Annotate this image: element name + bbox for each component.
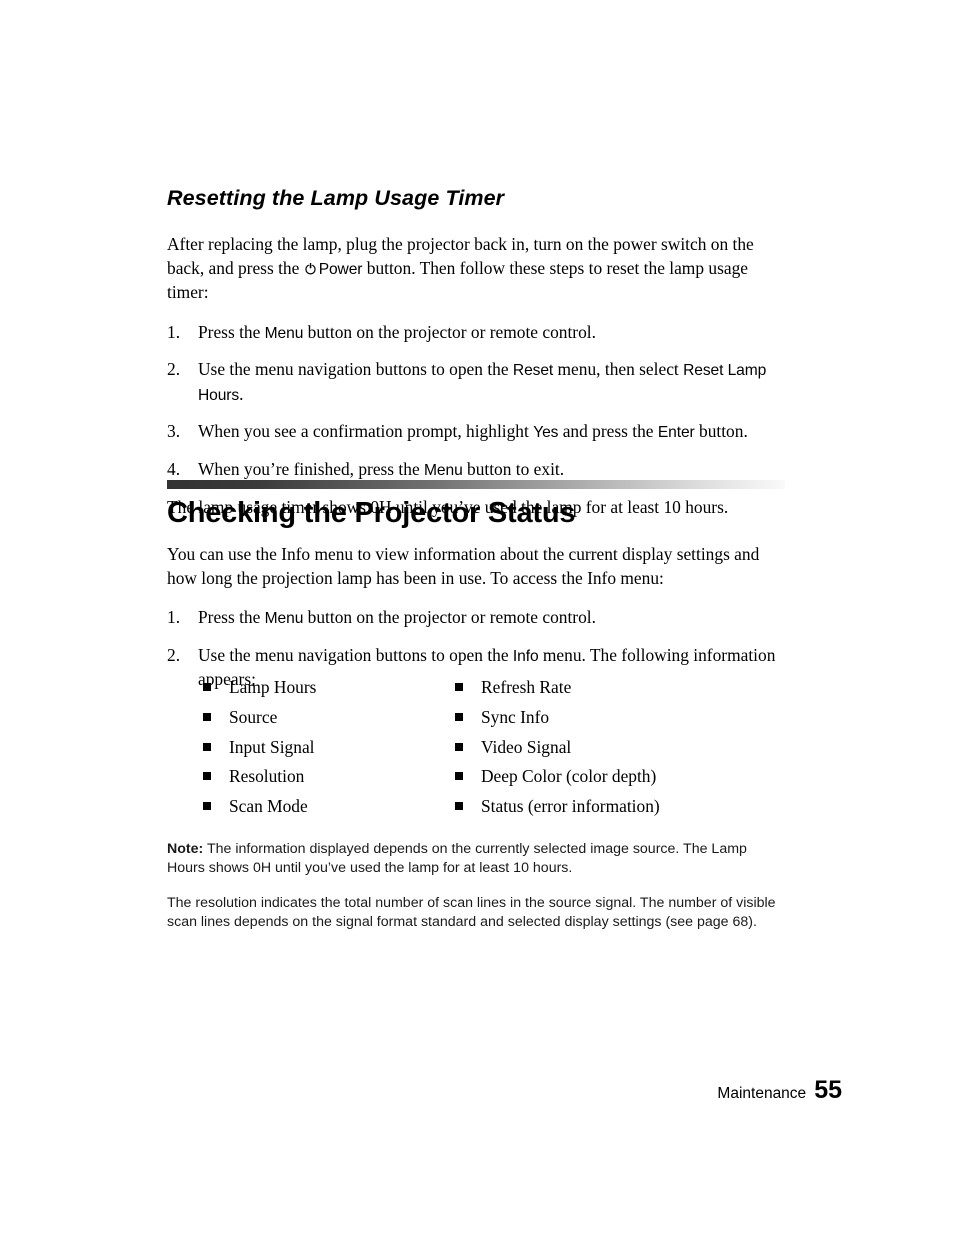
step-keyword-1: Menu	[264, 610, 304, 627]
info-item-label: Resolution	[229, 766, 305, 787]
info-item-label: Sync Info	[481, 706, 550, 727]
step-number: 3.	[167, 421, 181, 441]
info-item-left: Input Signal	[203, 736, 455, 766]
note-text: The information displayed depends on the…	[167, 841, 747, 876]
info-item-label: Scan Mode	[229, 796, 308, 817]
info-item-left: Lamp Hours	[203, 676, 455, 706]
step-keyword-1: Menu	[424, 461, 463, 479]
info-item-label: Refresh Rate	[481, 677, 572, 697]
step-number: 2.	[167, 359, 181, 379]
info-item-left: Source	[203, 706, 455, 736]
square-bullet-icon	[455, 742, 463, 751]
square-bullet-icon	[203, 802, 211, 811]
info-item-label: Deep Color (color depth)	[481, 766, 657, 787]
step-keyword-1: Menu	[264, 324, 304, 342]
info-items-row: Scan Mode Status (error information)	[203, 795, 763, 825]
step-text-part1: Press the	[198, 607, 261, 627]
info-menu-intro-paragraph: You can use the Info menu to view inform…	[167, 544, 760, 588]
square-bullet-icon	[203, 683, 211, 691]
list-item: 4. When you’re finished, press the Menu b…	[167, 458, 787, 483]
info-items-row: Source Sync Info	[203, 706, 763, 736]
step-keyword-1: Info	[512, 647, 539, 665]
step-text-part3: button.	[699, 421, 748, 441]
info-item-right: Refresh Rate	[455, 676, 755, 706]
list-item: 1. Press the Menu button on the projector…	[167, 606, 782, 631]
step-text-part1: Press the	[198, 321, 261, 342]
step-text-part2: and press the	[562, 421, 654, 441]
step-text-part1: When you’re finished, press the	[198, 458, 420, 479]
info-item-left: Scan Mode	[203, 795, 455, 825]
step-number: 1.	[167, 607, 181, 627]
step-number: 1.	[167, 321, 181, 342]
section-checking-projector-status: Checking the Projector Status	[167, 497, 787, 530]
note-paragraph-2: The resolution indicates the total numbe…	[167, 895, 776, 930]
step-text-part2: button on the projector or remote contro…	[307, 607, 596, 627]
page-title-checking-projector-status: Checking the Projector Status	[167, 497, 576, 529]
info-items-row: Resolution Deep Color (color depth)	[203, 765, 763, 795]
info-item-label: Status (error information)	[481, 796, 660, 817]
info-items-row: Input Signal Video Signal	[203, 736, 763, 766]
step-keyword-1: Yes	[533, 424, 559, 441]
info-item-label: Video Signal	[481, 736, 572, 757]
info-item-right: Status (error information)	[455, 795, 755, 825]
document-page: Resetting the Lamp Usage Timer After rep…	[0, 0, 954, 1235]
power-button-label: Power	[318, 260, 363, 278]
step-keyword-1: Reset	[512, 362, 554, 379]
list-item: 2. Use the menu navigation buttons to ope…	[167, 358, 787, 407]
info-items-row: Lamp Hours Refresh Rate	[203, 676, 763, 706]
info-item-right: Sync Info	[455, 706, 755, 736]
step-text-part1: When you see a confirmation prompt, high…	[198, 421, 529, 441]
section-divider-gradient-bar	[167, 480, 785, 489]
step-text-part2: button on the projector or remote contro…	[307, 321, 596, 342]
square-bullet-icon	[203, 772, 211, 781]
step-text-part1: Use the menu navigation buttons to open …	[198, 644, 509, 665]
square-bullet-icon	[455, 683, 463, 691]
info-item-label: Input Signal	[229, 736, 315, 757]
note-label: Note:	[167, 841, 204, 857]
info-item-label: Lamp Hours	[229, 677, 317, 697]
info-item-right: Deep Color (color depth)	[455, 765, 755, 795]
page-footer: Maintenance 55	[717, 1076, 842, 1105]
square-bullet-icon	[455, 712, 463, 721]
info-item-left: Resolution	[203, 765, 455, 795]
info-item-label: Source	[229, 706, 278, 727]
note-paragraph-1: Note: The information displayed depends …	[167, 840, 777, 877]
list-item: 1. Press the Menu button on the projector…	[167, 321, 787, 346]
footer-page-number: 55	[814, 1076, 842, 1104]
list-item: 3. When you see a confirmation prompt, hi…	[167, 420, 787, 445]
note-block: Note: The information displayed depends …	[167, 840, 777, 931]
step-number: 2.	[167, 644, 181, 665]
square-bullet-icon	[203, 712, 211, 721]
square-bullet-icon	[455, 772, 463, 781]
section-heading-resetting-lamp-usage-timer: Resetting the Lamp Usage Timer	[167, 186, 505, 210]
square-bullet-icon	[203, 742, 211, 751]
power-icon	[304, 262, 317, 275]
info-items-columns: Lamp Hours Refresh Rate Source Sync Info…	[203, 676, 763, 825]
step-number: 4.	[167, 458, 181, 479]
step-text-part1: Use the menu navigation buttons to open …	[198, 359, 509, 379]
square-bullet-icon	[455, 802, 463, 811]
step-text-part2: menu, then select	[557, 359, 679, 379]
reset-steps-list: 1. Press the Menu button on the projector…	[167, 321, 787, 483]
step-text-part3: .	[239, 383, 244, 404]
step-keyword-2: Enter	[657, 424, 695, 441]
info-item-right: Video Signal	[455, 736, 755, 766]
footer-section-name: Maintenance	[717, 1085, 807, 1102]
step-text-part2: button to exit.	[467, 458, 565, 479]
intro-paragraph-reset: After replacing the lamp, plug the proje…	[167, 233, 787, 305]
